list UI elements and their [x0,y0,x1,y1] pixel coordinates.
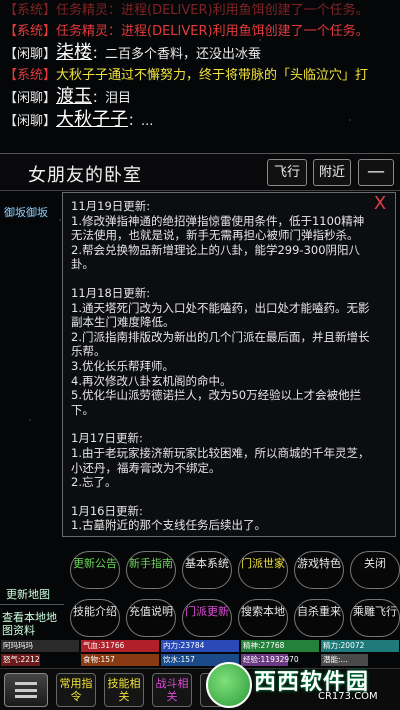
minimize-button[interactable]: — [358,159,394,186]
update-item: 2.帮会兑换物品新增理论上的八卦，能学299-300阴阳八卦。 [71,242,361,272]
stat-label: 阿玛玛玛 [3,641,33,650]
stat-bar: 怒气:2212 [1,654,79,666]
chat-log[interactable]: 【系统】任务精灵：进程(DELIVER)利用鱼饵创建了一个任务。 【系统】任务精灵… [0,0,400,152]
update-date: 11月18日更新: [71,285,151,300]
chat-line: 【闲聊】柒楼：二百多个香料，还没出冰蚕 [4,42,396,65]
chat-line: 【系统】大秋子子通过不懈努力，终于将带脉的「头临泣穴」打 [4,65,396,86]
close-icon[interactable]: X [371,195,389,213]
left-divider [0,604,64,605]
function-button[interactable]: 搜索本地 [238,599,288,637]
update-item: 1.古墓附近的那个支线任务后续出了。 [71,518,266,532]
stat-label: 怒气:2212 [3,655,40,664]
update-block: 11月19日更新: 1.修改弹指神通的绝招弹指惊雷使用条件，低于1100精神无法使… [71,199,373,272]
chat-line: 【闲聊】大秋子子：... [4,109,396,132]
update-item: 4.再次修改八卦玄机阁的命中。 [71,373,232,388]
function-button[interactable]: 乘雕飞行 [350,599,400,637]
update-map-link[interactable]: 更新地图 [6,586,50,602]
stat-label: 气血:31766 [83,641,125,650]
update-block: 1月17日更新: 1.由于老玩家接济新玩家比较困难，所以商城的千年灵芝，小还丹，福… [71,431,373,489]
chat-channel: 【闲聊】 [4,91,57,106]
stat-bar: 内力:23784 [161,640,239,652]
bottom-button[interactable]: 常用指令 [56,673,96,707]
chat-line: 【闲聊】渡玉：泪目 [4,86,396,109]
chat-message: ：二百多个香料，还没出冰蚕 [92,47,262,62]
update-item: 1.通天塔死门改为入口处不能嗑药，出口处才能嗑药。无影副本生门难度降低。 [71,300,370,330]
function-menu: 更新公告 新手指南 基本系统 门派世家 游戏特色 关闭技能介绍 充值说明 门派更新 搜索本地 自杀… [64,545,400,641]
update-item: 1.修改弹指神通的绝招弹指惊雷使用条件，低于1100精神无法使用，也就是说，新手… [71,213,365,243]
room-name: 女朋友的卧室 [28,165,142,186]
stat-bar: 食物:157 [81,654,159,666]
stat-bar: 精神:27768 [241,640,319,652]
watermark-url: CR173.COM [318,691,378,702]
watermark: 西西软件园 CR173.COM [206,662,400,710]
chat-channel: 【系统】 [4,68,57,83]
stat-label: 潜能:... [323,655,348,664]
fly-button[interactable]: 飞行 [267,159,307,186]
stat-bar: 精力:20072 [321,640,399,652]
function-button[interactable]: 游戏特色 [294,551,344,589]
update-log-dialog: 11月19日更新: 1.修改弹指神通的绝招弹指惊雷使用条件，低于1100精神无法使… [62,192,396,537]
function-button[interactable]: 更新公告 [70,551,120,589]
stat-label: 精力:20072 [323,641,365,650]
update-date: 11月19日更新: [71,199,151,213]
function-button[interactable]: 自杀重来 [294,599,344,637]
bottom-button[interactable]: 技能相关 [104,673,144,707]
status-bars: 阿玛玛玛 气血:31766 内力:23784 精神:27768 精力:20072 怒气:2… [0,639,400,667]
stat-bar: 气血:31766 [81,640,159,652]
update-date: 1月17日更新: [71,431,143,446]
npc-link[interactable]: 御坂御坂 [4,204,48,220]
update-item: 5.优化华山派劳德诺拦人，改为50万经验以上才会被他拦下。 [71,388,362,417]
update-block: 11月18日更新: 1.通天塔死门改为入口处不能嗑药，出口处才能嗑药。无影副本生门… [71,286,373,417]
stat-label: 精神:27768 [243,641,285,650]
chat-line: 【系统】任务精灵：进程(DELIVER)利用鱼饵创建了一个任务。 [4,21,396,42]
update-item: 3.优化长乐帮拜师。 [71,358,174,373]
chat-speaker[interactable]: 大秋子子 [56,109,128,130]
chat-message: ：泪目 [92,91,132,106]
chat-message: ：... [128,114,154,129]
function-button[interactable]: 充值说明 [126,599,176,637]
update-item: 1.由于老玩家接济新玩家比较困难，所以商城的千年灵芝，小还丹，福寿膏改为不绑定。 [71,445,370,475]
function-button[interactable]: 关闭 [350,551,400,589]
chat-line: 【系统】任务精灵：进程(DELIVER)利用鱼饵创建了一个任务。 [4,0,396,21]
update-date: 1月16日更新: [71,503,143,518]
chat-speaker[interactable]: 柒楼 [56,42,92,63]
function-button[interactable]: 新手指南 [126,551,176,589]
stat-label: 经验:11932970 [243,655,299,664]
function-button[interactable]: 门派更新 [182,599,232,637]
chat-channel: 【系统】 [4,24,57,39]
bottom-button[interactable]: 战斗相关 [152,673,192,707]
chat-message: 【系统】任务精灵：进程(DELIVER)利用鱼饵创建了一个任务。 [4,3,369,18]
chat-message: 任务精灵：进程(DELIVER)利用鱼饵创建了一个任务。 [56,24,369,39]
menu-icon[interactable] [4,673,48,707]
chat-speaker[interactable]: 渡玉 [56,86,92,107]
function-button[interactable]: 技能介绍 [70,599,120,637]
function-button[interactable]: 门派世家 [238,551,288,589]
chat-channel: 【闲聊】 [4,47,57,62]
stat-bar: 阿玛玛玛 [1,640,79,652]
update-block: 1月16日更新:1.古墓附近的那个支线任务后续出了。2.增强八卦玄机阁的绝招八卦… [71,504,373,532]
stat-label: 食物:157 [83,655,115,664]
function-button[interactable]: 基本系统 [182,551,232,589]
nearby-button[interactable]: 附近 [313,159,351,186]
update-item: 2.门派指南排版改为新出的几个门派在最后面，并且新增长乐帮。 [71,329,370,359]
location-bar: 女朋友的卧室 飞行 附近 — [0,153,400,191]
stat-label: 内力:23784 [163,641,205,650]
watermark-logo-icon [206,662,252,708]
local-map-link[interactable]: 查看本地地图资料 [2,611,64,637]
chat-message: 大秋子子通过不懈努力，终于将带脉的「头临泣穴」打 [56,68,369,83]
update-item: 2.忘了。 [71,475,117,490]
chat-channel: 【闲聊】 [4,114,57,129]
stat-label: 饮水:157 [163,655,195,664]
update-log-content[interactable]: 11月19日更新: 1.修改弹指神通的绝招弹指惊雷使用条件，低于1100精神无法使… [71,199,373,532]
